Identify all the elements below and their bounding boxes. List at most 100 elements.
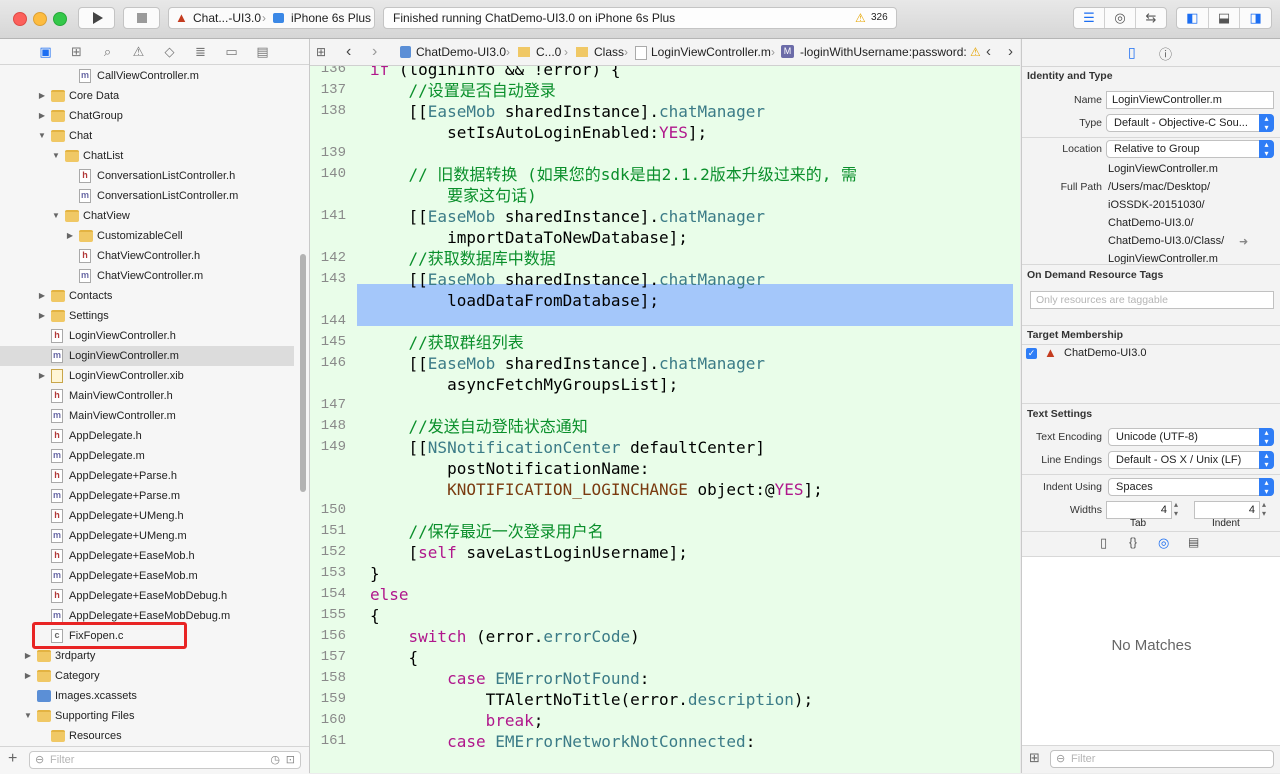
odr-tags-field[interactable]: Only resources are taggable <box>1030 291 1274 309</box>
code-line[interactable]: [[EaseMob sharedInstance].chatManager <box>370 353 765 374</box>
version-editor-icon[interactable]: ⇆ <box>1136 8 1166 28</box>
find-navigator-icon[interactable]: ⌕ <box>92 39 123 64</box>
tree-row[interactable]: Resources <box>0 726 294 746</box>
tree-row[interactable]: m LoginViewController.m <box>0 346 294 366</box>
tree-row[interactable]: h AppDelegate+UMeng.h <box>0 506 294 526</box>
source-editor[interactable]: 136 if (loginInfo && !error) {137 //设置是否自… <box>310 66 1020 773</box>
tree-row[interactable]: Images.xcassets <box>0 686 294 706</box>
tree-row[interactable]: h ChatViewController.h <box>0 246 294 266</box>
type-popup[interactable]: Default - Objective-C Sou... ▴ ▾ <box>1106 114 1274 132</box>
code-line[interactable]: asyncFetchMyGroupsList]; <box>370 374 678 395</box>
tree-row[interactable]: ▶ 3rdparty <box>0 646 294 666</box>
prev-issue-icon[interactable]: ‹ <box>986 39 991 65</box>
code-line[interactable]: importDataToNewDatabase]; <box>370 227 688 248</box>
tree-row[interactable]: ▼ ChatView <box>0 206 294 226</box>
debug-area-toggle-icon[interactable]: ⬓ <box>1209 8 1241 28</box>
tab-width-stepper[interactable]: ▴ ▾ <box>1174 500 1178 518</box>
tree-row[interactable]: m AppDelegate+EaseMob.m <box>0 566 294 586</box>
navigator-toggle-icon[interactable]: ◧ <box>1177 8 1209 28</box>
disclosure-open-icon[interactable]: ▼ <box>51 206 61 226</box>
disclosure-closed-icon[interactable]: ▶ <box>37 286 47 306</box>
standard-editor-icon[interactable]: ☰ <box>1074 8 1105 28</box>
code-line[interactable]: switch (error.errorCode) <box>370 626 640 647</box>
code-line[interactable]: loadDataFromDatabase]; <box>370 290 659 311</box>
recent-files-icon[interactable]: ◷ <box>270 752 280 768</box>
code-line[interactable]: if (loginInfo && !error) { <box>370 66 620 80</box>
breadcrumb-file[interactable]: LoginViewController.m <box>651 39 771 65</box>
line-endings-popup[interactable]: Default - OS X / Unix (LF) ▴ ▾ <box>1108 451 1274 469</box>
code-line[interactable]: { <box>370 605 380 626</box>
tree-row[interactable]: m ChatViewController.m <box>0 266 294 286</box>
test-navigator-icon[interactable]: ◇ <box>154 39 185 64</box>
run-button[interactable] <box>78 7 115 29</box>
reveal-in-finder-icon[interactable]: ➜ <box>1239 235 1248 248</box>
stop-button[interactable] <box>123 7 160 29</box>
tree-row[interactable]: ▶ Core Data <box>0 86 294 106</box>
code-line[interactable]: [[EaseMob sharedInstance].chatManager <box>370 269 765 290</box>
code-line[interactable]: else <box>370 584 409 605</box>
tree-row[interactable]: ▶ ChatGroup <box>0 106 294 126</box>
disclosure-closed-icon[interactable]: ▶ <box>23 666 33 686</box>
library-filter-input[interactable]: ⊖ Filter <box>1050 750 1274 768</box>
tree-row[interactable]: ▼ ChatList <box>0 146 294 166</box>
code-line[interactable]: TTAlertNoTitle(error.description); <box>370 689 814 710</box>
code-line[interactable]: // 旧数据转换 (如果您的sdk是由2.1.2版本升级过来的, 需 <box>370 164 858 185</box>
assistant-editor-icon[interactable]: ◎ <box>1105 8 1136 28</box>
media-library-icon[interactable]: ▤ <box>1188 535 1199 549</box>
tab-width-field[interactable]: 4 <box>1106 501 1172 519</box>
tree-row[interactable]: ▼ Supporting Files <box>0 706 294 726</box>
code-line[interactable]: setIsAutoLoginEnabled:YES]; <box>370 122 707 143</box>
code-line[interactable]: case EMErrorNotFound: <box>370 668 649 689</box>
tree-row[interactable]: m AppDelegate+UMeng.m <box>0 526 294 546</box>
tree-row[interactable]: h AppDelegate.h <box>0 426 294 446</box>
code-line[interactable]: { <box>370 647 419 668</box>
related-items-icon[interactable]: ⊞ <box>316 39 326 65</box>
tree-row[interactable]: m AppDelegate+Parse.m <box>0 486 294 506</box>
code-line[interactable]: postNotificationName: <box>370 458 649 479</box>
disclosure-open-icon[interactable]: ▼ <box>51 146 61 166</box>
scheme-selector[interactable]: ▲ Chat...-UI3.0 › iPhone 6s Plus <box>168 7 375 29</box>
file-inspector-icon[interactable]: ▯ <box>1128 44 1136 61</box>
target-checkbox[interactable]: ✓ <box>1026 348 1037 359</box>
tree-row[interactable]: m ConversationListController.m <box>0 186 294 206</box>
code-line[interactable]: [[EaseMob sharedInstance].chatManager <box>370 101 765 122</box>
forward-icon[interactable]: › <box>372 39 377 65</box>
disclosure-closed-icon[interactable]: ▶ <box>37 106 47 126</box>
add-file-icon[interactable]: + <box>8 750 17 768</box>
grid-view-icon[interactable]: ⊞ <box>1029 750 1040 766</box>
code-snippet-icon[interactable]: {} <box>1129 535 1137 549</box>
breadcrumb-method[interactable]: -loginWithUsername:password: <box>800 39 967 65</box>
quick-help-icon[interactable]: ⓘ <box>1159 44 1172 63</box>
breadcrumb-project[interactable]: ChatDemo-UI3.0 <box>416 39 506 65</box>
symbol-navigator-icon[interactable]: ⊞ <box>61 39 92 64</box>
code-line[interactable]: break; <box>370 710 544 731</box>
disclosure-open-icon[interactable]: ▼ <box>37 126 47 146</box>
file-template-icon[interactable]: ▯ <box>1100 535 1107 551</box>
code-line[interactable]: //发送自动登陆状态通知 <box>370 416 588 437</box>
disclosure-open-icon[interactable]: ▼ <box>23 706 33 726</box>
navigator-scrollbar[interactable] <box>300 254 306 492</box>
disclosure-closed-icon[interactable]: ▶ <box>23 646 33 666</box>
code-line[interactable]: [[EaseMob sharedInstance].chatManager <box>370 206 765 227</box>
scm-filter-icon[interactable]: ⊡ <box>286 752 295 768</box>
code-line[interactable]: [[NSNotificationCenter defaultCenter] <box>370 437 765 458</box>
breakpoint-navigator-icon[interactable]: ▭ <box>216 39 247 64</box>
code-line[interactable]: //获取数据库中数据 <box>370 248 556 269</box>
disclosure-closed-icon[interactable]: ▶ <box>37 86 47 106</box>
indent-width-stepper[interactable]: ▴ ▾ <box>1262 500 1266 518</box>
tree-row[interactable]: h AppDelegate+EaseMob.h <box>0 546 294 566</box>
code-line[interactable]: case EMErrorNetworkNotConnected: <box>370 731 755 752</box>
issue-navigator-icon[interactable]: ⚠ <box>123 39 154 64</box>
breadcrumb-class[interactable]: Class <box>594 39 624 65</box>
disclosure-closed-icon[interactable]: ▶ <box>37 306 47 326</box>
zoom-window-button[interactable] <box>53 12 67 26</box>
code-line[interactable]: //获取群组列表 <box>370 332 524 353</box>
disclosure-closed-icon[interactable]: ▶ <box>65 226 75 246</box>
warning-count[interactable]: 326 <box>871 8 888 28</box>
minimize-window-button[interactable] <box>33 12 47 26</box>
code-line[interactable]: 要家这句话) <box>370 185 537 206</box>
close-window-button[interactable] <box>13 12 27 26</box>
tree-row[interactable]: ▶ Category <box>0 666 294 686</box>
code-line[interactable]: KNOTIFICATION_LOGINCHANGE object:@YES]; <box>370 479 823 500</box>
tree-row[interactable]: m CallViewController.m <box>0 66 294 86</box>
